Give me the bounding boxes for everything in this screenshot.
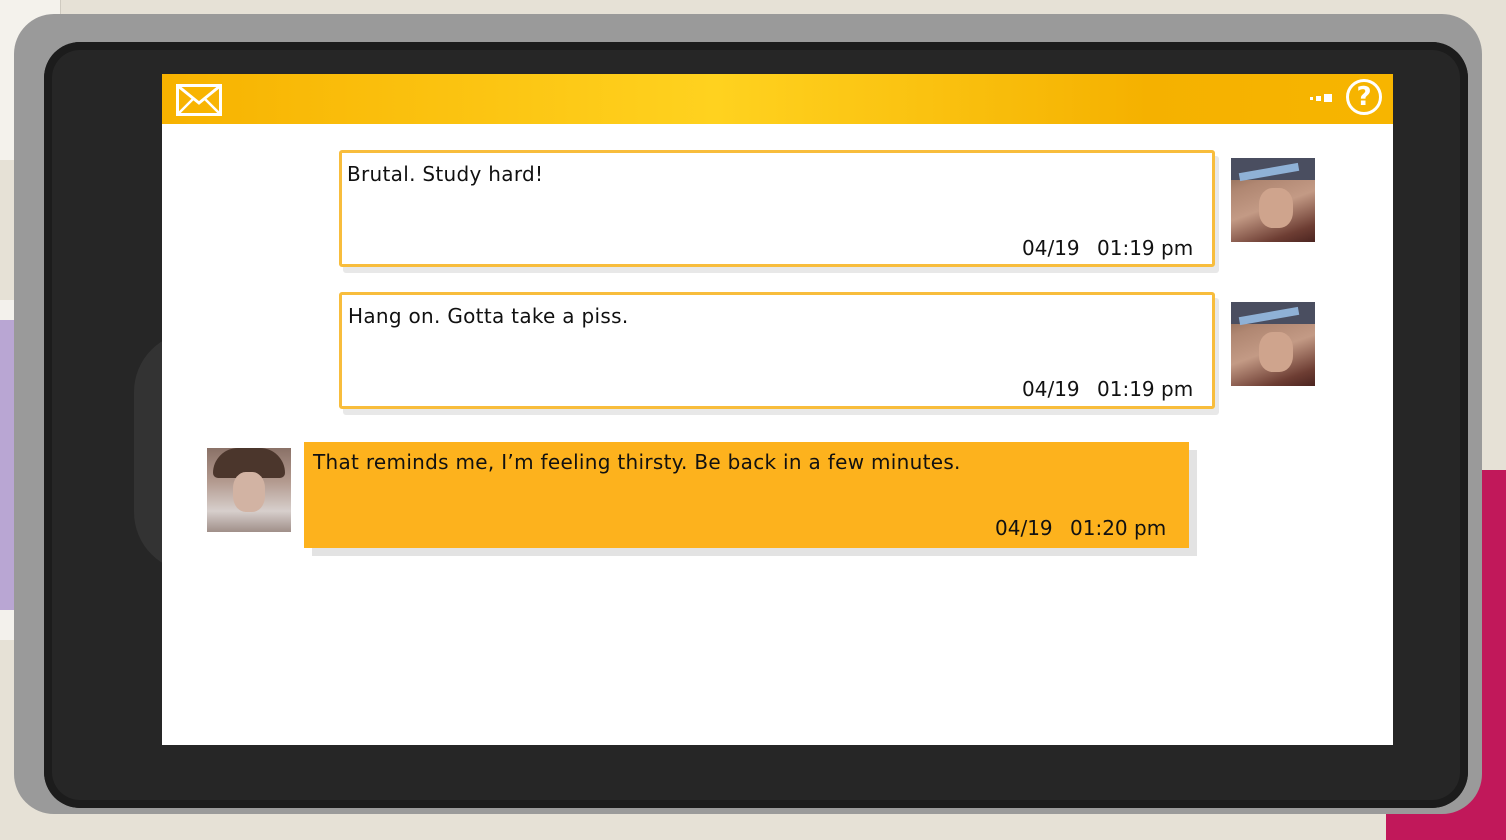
message-time: 01:19 pm (1097, 236, 1194, 260)
avatar-chloe (1231, 302, 1315, 386)
message-text: That reminds me, I’m feeling thirsty. Be… (313, 450, 961, 474)
message-bubble: Brutal. Study hard! 04/19 01:19 pm (339, 150, 1215, 267)
signal-dots-icon (1310, 94, 1332, 102)
message-text: Hang on. Gotta take a piss. (348, 304, 629, 328)
message-text: Brutal. Study hard! (347, 162, 544, 186)
avatar-max (207, 448, 291, 532)
message-bubble: Hang on. Gotta take a piss. 04/19 01:19 … (339, 292, 1215, 409)
message-date: 04/19 (1022, 236, 1080, 260)
avatar-chloe (1231, 158, 1315, 242)
message-bubble: That reminds me, I’m feeling thirsty. Be… (304, 442, 1189, 548)
envelope-icon[interactable] (176, 84, 222, 116)
message-date: 04/19 (995, 516, 1053, 540)
sms-screen: ? Brutal. Study hard! 04/19 01:19 pm Han… (162, 74, 1393, 745)
help-icon[interactable]: ? (1346, 79, 1382, 115)
sms-header-bar: ? (162, 74, 1393, 124)
message-date: 04/19 (1022, 377, 1080, 401)
message-time: 01:20 pm (1070, 516, 1167, 540)
message-time: 01:19 pm (1097, 377, 1194, 401)
